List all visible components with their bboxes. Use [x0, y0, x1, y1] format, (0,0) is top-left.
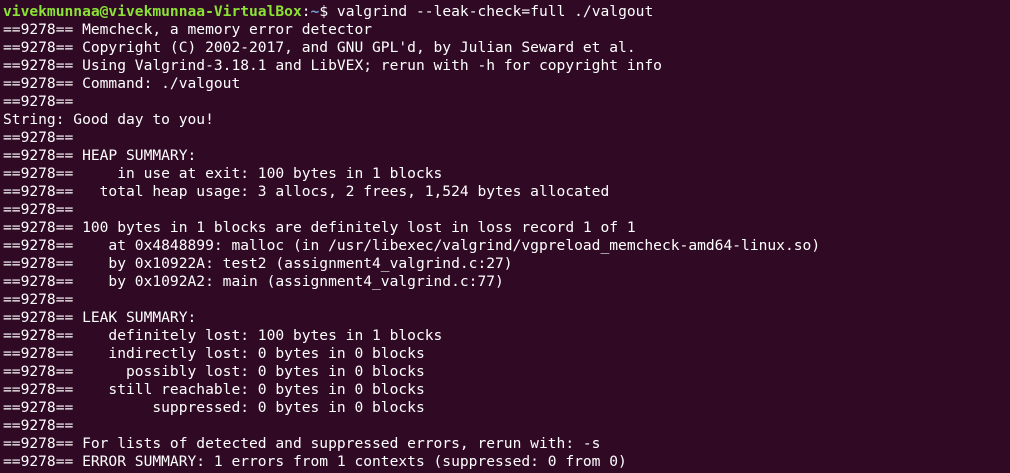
output-line: ==9278== still reachable: 0 bytes in 0 b…: [3, 381, 425, 398]
prompt-symbol: $: [319, 3, 329, 20]
prompt-user-host: vivekmunnaa@vivekmunnaa-VirtualBox: [3, 3, 302, 20]
terminal-window[interactable]: vivekmunnaa@vivekmunnaa-VirtualBox:~$ va…: [0, 0, 1010, 473]
output-line: ==9278== LEAK SUMMARY:: [3, 309, 197, 326]
output-line: ==9278== at 0x4848899: malloc (in /usr/l…: [3, 237, 821, 254]
output-line: ==9278== suppressed: 0 bytes in 0 blocks: [3, 399, 425, 416]
prompt-path: ~: [310, 3, 320, 20]
output-line: ==9278== Copyright (C) 2002-2017, and GN…: [3, 39, 636, 56]
output-line: ==9278== For lists of detected and suppr…: [3, 435, 601, 452]
prompt-separator: :: [301, 3, 311, 20]
output-line: ==9278==: [3, 93, 74, 110]
output-line: ==9278== 100 bytes in 1 blocks are defin…: [3, 219, 636, 236]
output-line: ==9278==: [3, 201, 74, 218]
output-line: ==9278==: [3, 129, 74, 146]
output-line: ==9278==: [3, 291, 74, 308]
output-line: ==9278== in use at exit: 100 bytes in 1 …: [3, 165, 443, 182]
output-line: ==9278== Memcheck, a memory error detect…: [3, 21, 373, 38]
output-line: ==9278== indirectly lost: 0 bytes in 0 b…: [3, 345, 425, 362]
output-line: String: Good day to you!: [3, 111, 214, 128]
prompt-line: vivekmunnaa@vivekmunnaa-VirtualBox:~$ va…: [3, 3, 1010, 21]
output-line: ==9278==: [3, 417, 74, 434]
output-line: ==9278== definitely lost: 100 bytes in 1…: [3, 327, 443, 344]
output-line: ==9278== Command: ./valgout: [3, 75, 241, 92]
terminal-output: vivekmunnaa@vivekmunnaa-VirtualBox:~$ va…: [3, 3, 1010, 471]
output-line: ==9278== ERROR SUMMARY: 1 errors from 1 …: [3, 453, 627, 470]
prompt-command: valgrind --leak-check=full ./valgout: [336, 3, 654, 20]
output-line: ==9278== HEAP SUMMARY:: [3, 147, 197, 164]
output-line: ==9278== by 0x1092A2: main (assignment4_…: [3, 273, 504, 290]
output-line: ==9278== total heap usage: 3 allocs, 2 f…: [3, 183, 610, 200]
output-line: ==9278== by 0x10922A: test2 (assignment4…: [3, 255, 513, 272]
output-line: ==9278== possibly lost: 0 bytes in 0 blo…: [3, 363, 425, 380]
output-line: ==9278== Using Valgrind-3.18.1 and LibVE…: [3, 57, 662, 74]
